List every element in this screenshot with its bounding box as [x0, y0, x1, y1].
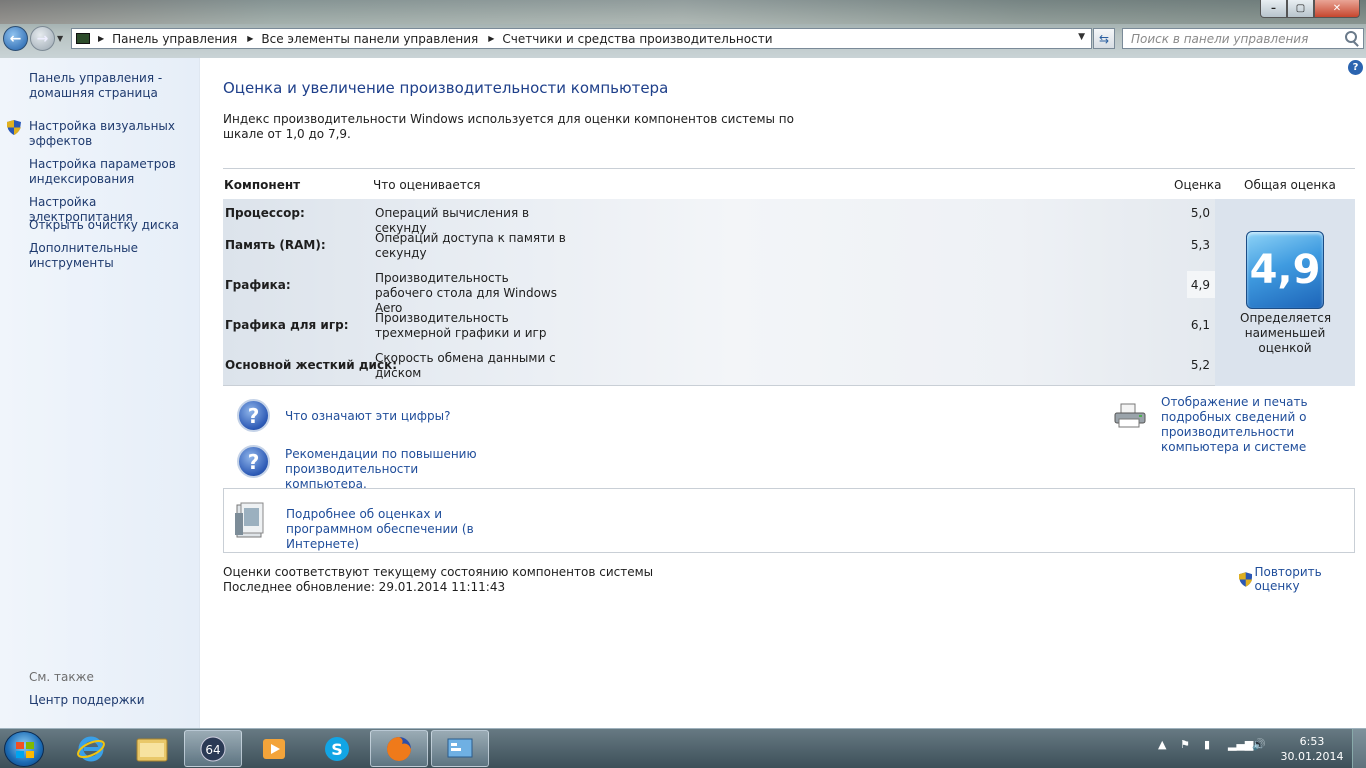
- show-hidden-icons[interactable]: ▲: [1158, 738, 1166, 751]
- recent-pages-dropdown-icon[interactable]: ▼: [57, 34, 63, 43]
- taskbar-firefox[interactable]: [370, 730, 428, 767]
- search-icon[interactable]: [1345, 31, 1357, 43]
- desc-ram: Операций доступа к памяти в секунду: [375, 231, 566, 260]
- minimize-button[interactable]: –: [1260, 0, 1287, 18]
- software-box-icon: [235, 502, 264, 538]
- header-total: Общая оценка: [1244, 178, 1336, 192]
- chevron-right-icon[interactable]: ▶: [488, 34, 494, 43]
- sidebar-home-link[interactable]: Панель управления - домашняя страница: [29, 71, 194, 101]
- status-text: Оценки соответствуют текущему состоянию …: [223, 565, 653, 595]
- question-icon: ?: [237, 399, 270, 432]
- uac-shield-icon: [7, 120, 21, 135]
- chevron-right-icon[interactable]: ▶: [247, 34, 253, 43]
- clock-date: 30.01.2014: [1280, 750, 1344, 763]
- window-controls: – ▢ ✕: [1260, 0, 1360, 18]
- component-disk: Основной жесткий диск:: [225, 358, 398, 372]
- show-desktop-button[interactable]: [1352, 729, 1366, 768]
- component-ram: Память (RAM):: [225, 238, 326, 252]
- windows-logo-icon: [16, 742, 34, 758]
- header-score: Оценка: [1174, 178, 1222, 192]
- component-gaming-graphics: Графика для игр:: [225, 318, 349, 332]
- more-info-link[interactable]: Подробнее об оценках и программном обесп…: [286, 507, 516, 552]
- header-component: Компонент: [224, 178, 301, 192]
- action-center-flag-icon[interactable]: ⚑: [1180, 738, 1190, 751]
- taskbar-control-panel[interactable]: [431, 730, 489, 767]
- print-details-link[interactable]: Отображение и печать подробных сведений …: [1161, 395, 1357, 455]
- breadcrumb-label[interactable]: Панель управления: [112, 32, 237, 46]
- score-ram: 5,3: [1190, 238, 1210, 252]
- sidebar-item-disk-cleanup[interactable]: Открыть очистку диска: [29, 218, 194, 233]
- component-graphics: Графика:: [225, 278, 291, 292]
- page-title: Оценка и увеличение производительности к…: [223, 79, 669, 97]
- recommendations-link[interactable]: Рекомендации по повышению производительн…: [285, 447, 495, 492]
- back-button[interactable]: ←: [3, 26, 28, 51]
- volume-icon[interactable]: 🔊: [1252, 738, 1266, 751]
- intro-text: Индекс производительности Windows исполь…: [223, 112, 794, 141]
- help-icon[interactable]: ?: [1348, 60, 1363, 75]
- address-bar[interactable]: ▶ Панель управления ▶ Все элементы панели …: [71, 28, 1092, 49]
- system-clock[interactable]: 6:53 30.01.2014: [1280, 734, 1344, 764]
- skype-icon: S: [325, 736, 349, 761]
- see-also-label: См. также: [29, 670, 94, 684]
- control-panel-icon: [447, 738, 473, 757]
- search-placeholder: Поиск в панели управления: [1131, 31, 1309, 46]
- svg-text:64: 64: [205, 743, 220, 757]
- folder-icon: [136, 738, 168, 761]
- refresh-icon: ⇆: [1098, 31, 1110, 46]
- refresh-button[interactable]: ⇆: [1093, 28, 1115, 49]
- close-button[interactable]: ✕: [1314, 0, 1360, 18]
- control-panel-icon: [76, 33, 90, 44]
- desc-gaming-graphics: Производительность трехмерной графики и …: [375, 311, 547, 340]
- navigation-buttons: ← → ▼: [3, 26, 63, 51]
- base-score-badge: 4,9: [1246, 231, 1324, 309]
- question-icon: ?: [237, 445, 270, 478]
- firefox-icon: [387, 736, 411, 761]
- score-disk: 5,2: [1190, 358, 1210, 372]
- taskbar-internet-explorer[interactable]: [62, 730, 120, 767]
- sidebar: Панель управления - домашняя страница На…: [0, 58, 200, 728]
- breadcrumb-1[interactable]: ▶ Все элементы панели управления: [247, 32, 478, 46]
- chevron-right-icon[interactable]: ▶: [98, 34, 104, 43]
- safely-remove-hardware-icon[interactable]: ▮: [1204, 738, 1210, 751]
- score-gaming-graphics: 6,1: [1190, 318, 1210, 332]
- desc-disk: Скорость обмена данными с диском: [375, 351, 556, 380]
- base-score-caption: Определяется наименьшей оценкой: [1240, 311, 1332, 355]
- gauge-icon: 64: [200, 736, 226, 761]
- breadcrumb-label[interactable]: Счетчики и средства производительности: [502, 32, 772, 46]
- what-numbers-link[interactable]: Что означают эти цифры?: [285, 409, 451, 424]
- taskbar-explorer[interactable]: [123, 730, 181, 767]
- search-input[interactable]: Поиск в панели управления: [1122, 28, 1364, 49]
- sidebar-item-indexing[interactable]: Настройка параметров индексирования: [29, 157, 194, 187]
- taskbar-skype[interactable]: S: [308, 730, 366, 767]
- breadcrumb-2[interactable]: ▶ Счетчики и средства производительности: [488, 32, 772, 46]
- status-line-updated: Последнее обновление: 29.01.2014 11:11:4…: [223, 580, 506, 594]
- breadcrumb-0[interactable]: ▶ Панель управления: [98, 32, 237, 46]
- rerun-label[interactable]: Повторить оценку: [1254, 565, 1366, 593]
- rerun-assessment-link[interactable]: Повторить оценку: [1239, 565, 1366, 593]
- taskbar-cpu-gadget[interactable]: 64: [184, 730, 242, 767]
- uac-shield-icon: [1239, 571, 1253, 587]
- forward-button[interactable]: →: [30, 26, 55, 51]
- score-graphics: 4,9: [1190, 278, 1210, 292]
- taskbar-media-player[interactable]: [245, 730, 303, 767]
- internet-explorer-icon: [77, 736, 105, 761]
- address-dropdown-icon[interactable]: ▼: [1078, 32, 1085, 42]
- sidebar-item-visual-effects[interactable]: Настройка визуальных эффектов: [29, 119, 194, 149]
- component-cpu: Процессор:: [225, 206, 305, 220]
- header-what: Что оценивается: [373, 178, 481, 192]
- desc-graphics: Производительность рабочего стола для Wi…: [375, 271, 557, 315]
- status-line-current: Оценки соответствуют текущему состоянию …: [223, 565, 654, 579]
- network-signal-icon[interactable]: ▂▄▆: [1228, 738, 1253, 751]
- divider: [223, 168, 1355, 169]
- printer-icon: [1114, 403, 1146, 428]
- svg-text:S: S: [331, 740, 343, 759]
- sidebar-item-support-center[interactable]: Центр поддержки: [29, 693, 194, 708]
- media-player-icon: [263, 738, 285, 759]
- start-button[interactable]: [4, 731, 44, 767]
- clock-time: 6:53: [1299, 735, 1325, 748]
- maximize-button[interactable]: ▢: [1287, 0, 1314, 18]
- breadcrumb-label[interactable]: Все элементы панели управления: [261, 32, 478, 46]
- sidebar-item-advanced-tools[interactable]: Дополнительные инструменты: [29, 241, 194, 271]
- score-cpu: 5,0: [1190, 206, 1210, 220]
